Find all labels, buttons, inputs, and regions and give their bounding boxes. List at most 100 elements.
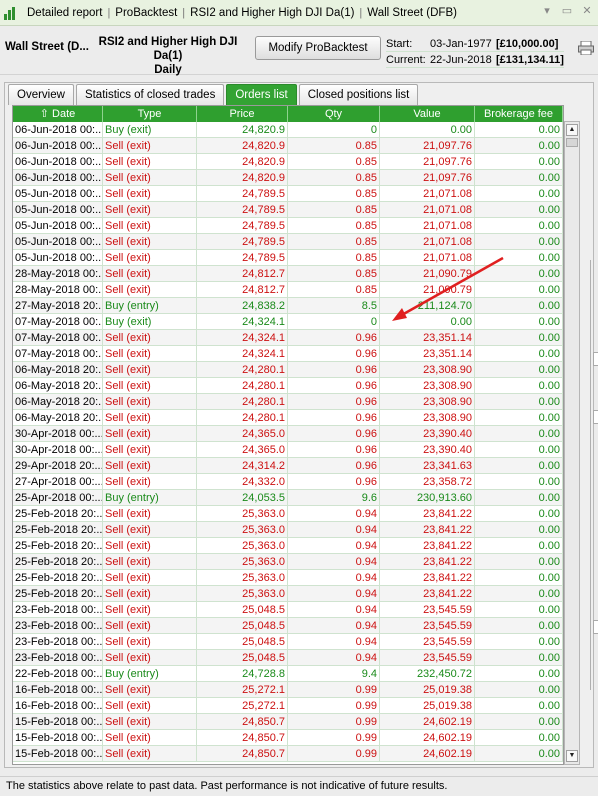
table-row[interactable]: 15-Feb-2018 00:... Sell (exit) 24,850.7 0.9… (13, 746, 563, 762)
table-row[interactable]: 27-May-2018 20:... Buy (entry) 24,838.2 8.5… (13, 298, 563, 314)
table-row[interactable]: 05-Jun-2018 00:... Sell (exit) 24,789.5 0.8… (13, 202, 563, 218)
table-row[interactable]: 23-Feb-2018 00:... Sell (exit) 25,048.5 0.9… (13, 650, 563, 666)
cell-value: 23,841.22 (380, 506, 475, 521)
cell-value: 23,341.63 (380, 458, 475, 473)
cell-type: Sell (exit) (103, 426, 197, 441)
cell-type: Sell (exit) (103, 682, 197, 697)
column-header-brokerage-fee[interactable]: Brokerage fee (475, 106, 563, 122)
cell-brokerage-fee: 0.00 (475, 362, 563, 377)
table-row[interactable]: 25-Feb-2018 20:... Sell (exit) 25,363.0 0.9… (13, 554, 563, 570)
table-row[interactable]: 30-Apr-2018 00:... Sell (exit) 24,365.0 0.9… (13, 426, 563, 442)
table-row[interactable]: 29-Apr-2018 20:... Sell (exit) 24,314.2 0.9… (13, 458, 563, 474)
breadcrumb-detailed-report[interactable]: Detailed report (22, 7, 107, 19)
maximize-icon[interactable]: ▭ (560, 4, 574, 17)
table-row[interactable]: 05-Jun-2018 00:... Sell (exit) 24,789.5 0.8… (13, 218, 563, 234)
table-row[interactable]: 05-Jun-2018 00:... Sell (exit) 24,789.5 0.8… (13, 250, 563, 266)
tab-closed-positions-list[interactable]: Closed positions list (298, 84, 419, 105)
modify-probacktest-button[interactable]: Modify ProBacktest (255, 36, 381, 60)
close-icon[interactable]: ✕ (580, 4, 594, 17)
cell-type: Sell (exit) (103, 394, 197, 409)
table-row[interactable]: 25-Feb-2018 20:... Sell (exit) 25,363.0 0.9… (13, 586, 563, 602)
table-row[interactable]: 16-Feb-2018 00:... Sell (exit) 25,272.1 0.9… (13, 682, 563, 698)
table-row[interactable]: 25-Feb-2018 20:... Sell (exit) 25,363.0 0.9… (13, 522, 563, 538)
cell-value: 21,097.76 (380, 138, 475, 153)
table-row[interactable]: 28-May-2018 00:... Sell (exit) 24,812.7 0.8… (13, 266, 563, 282)
table-row[interactable]: 07-May-2018 00:... Sell (exit) 24,324.1 0.9… (13, 330, 563, 346)
table-row[interactable]: 15-Feb-2018 00:... Sell (exit) 24,850.7 0.9… (13, 714, 563, 730)
table-row[interactable]: 07-May-2018 00:... Buy (exit) 24,324.1 0 0.0… (13, 314, 563, 330)
cell-price: 24,053.5 (197, 490, 288, 505)
cell-brokerage-fee: 0.00 (475, 394, 563, 409)
table-row[interactable]: 23-Feb-2018 00:... Sell (exit) 25,048.5 0.9… (13, 634, 563, 650)
cell-price: 25,272.1 (197, 682, 288, 697)
table-row[interactable]: 06-Jun-2018 00:... Sell (exit) 24,820.9 0.8… (13, 154, 563, 170)
cell-price: 24,280.1 (197, 394, 288, 409)
table-row[interactable]: 27-Apr-2018 00:... Sell (exit) 24,332.0 0.9… (13, 474, 563, 490)
cell-price: 24,280.1 (197, 410, 288, 425)
table-row[interactable]: 06-Jun-2018 00:... Sell (exit) 24,820.9 0.8… (13, 170, 563, 186)
cell-price: 24,365.0 (197, 442, 288, 457)
table-row[interactable]: 30-Apr-2018 00:... Sell (exit) 24,365.0 0.9… (13, 442, 563, 458)
table-row[interactable]: 25-Feb-2018 20:... Sell (exit) 25,363.0 0.9… (13, 570, 563, 586)
tab-overview[interactable]: Overview (8, 84, 74, 105)
cell-type: Sell (exit) (103, 170, 197, 185)
window-controls: ▾ ▭ ✕ (540, 4, 594, 17)
breadcrumb-probacktest[interactable]: ProBacktest (110, 7, 182, 19)
table-row[interactable]: 25-Apr-2018 00:... Buy (entry) 24,053.5 9.6… (13, 490, 563, 506)
table-row[interactable]: 06-Jun-2018 00:... Buy (exit) 24,820.9 0 0.0… (13, 122, 563, 138)
scrollbar-thumb[interactable] (566, 138, 578, 147)
breadcrumb-system[interactable]: RSI2 and Higher High DJI Da(1) (185, 7, 359, 19)
cell-brokerage-fee: 0.00 (475, 490, 563, 505)
cell-date: 16-Feb-2018 00:... (15, 682, 103, 697)
breadcrumb-instrument[interactable]: Wall Street (DFB) (362, 7, 462, 19)
column-header-value[interactable]: Value (380, 106, 475, 122)
column-header-qty[interactable]: Qty (288, 106, 380, 122)
table-row[interactable]: 25-Feb-2018 20:... Sell (exit) 25,363.0 0.9… (13, 538, 563, 554)
table-row[interactable]: 06-Jun-2018 00:... Sell (exit) 24,820.9 0.8… (13, 138, 563, 154)
scroll-up-arrow-icon[interactable]: ▲ (566, 124, 578, 136)
table-row[interactable]: 16-Feb-2018 00:... Sell (exit) 25,272.1 0.9… (13, 698, 563, 714)
cell-price: 24,850.7 (197, 746, 288, 761)
cell-qty: 0.85 (288, 266, 380, 281)
table-row[interactable]: 06-May-2018 20:... Sell (exit) 24,280.1 0.9… (13, 394, 563, 410)
cell-value: 21,090.79 (380, 282, 475, 297)
cell-value: 23,308.90 (380, 362, 475, 377)
cell-qty: 0.94 (288, 570, 380, 585)
tab-statistics-closed-trades[interactable]: Statistics of closed trades (75, 84, 225, 105)
dropdown-icon[interactable]: ▾ (540, 4, 554, 17)
start-label: Start: (386, 38, 413, 50)
cell-qty: 0.85 (288, 234, 380, 249)
table-row[interactable]: 05-Jun-2018 00:... Sell (exit) 24,789.5 0.8… (13, 186, 563, 202)
table-row[interactable]: 23-Feb-2018 00:... Sell (exit) 25,048.5 0.9… (13, 602, 563, 618)
column-header-date[interactable]: ⇧ Date (13, 106, 103, 122)
cell-date: 07-May-2018 00:... (15, 314, 103, 329)
table-row[interactable]: 22-Feb-2018 00:... Buy (entry) 24,728.8 9.4… (13, 666, 563, 682)
backtest-dates: Start: 03-Jan-1977 [£10,000.00] Current:… (386, 36, 564, 68)
table-row[interactable]: 25-Feb-2018 20:... Sell (exit) 25,363.0 0.9… (13, 506, 563, 522)
adjacent-window-edge (590, 260, 598, 690)
table-row[interactable]: 23-Feb-2018 00:... Sell (exit) 25,048.5 0.9… (13, 618, 563, 634)
cell-type: Buy (entry) (103, 490, 197, 505)
tab-orders-list[interactable]: Orders list (226, 84, 297, 105)
cell-type: Sell (exit) (103, 618, 197, 633)
orders-table-body: 06-Jun-2018 00:... Buy (exit) 24,820.9 0 0.0… (13, 122, 563, 762)
vertical-scrollbar[interactable]: ▲ ▼ (564, 121, 580, 765)
cell-date: 25-Feb-2018 20:... (15, 522, 103, 537)
cell-type: Sell (exit) (103, 538, 197, 553)
column-header-price[interactable]: Price (197, 106, 288, 122)
scroll-down-arrow-icon[interactable]: ▼ (566, 750, 578, 762)
table-row[interactable]: 07-May-2018 00:... Sell (exit) 24,324.1 0.9… (13, 346, 563, 362)
print-icon[interactable] (578, 41, 594, 55)
cell-price: 24,332.0 (197, 474, 288, 489)
table-row[interactable]: 15-Feb-2018 00:... Sell (exit) 24,850.7 0.9… (13, 730, 563, 746)
cell-value: 23,308.90 (380, 378, 475, 393)
start-date: 03-Jan-1977 (430, 38, 492, 50)
table-row[interactable]: 05-Jun-2018 00:... Sell (exit) 24,789.5 0.8… (13, 234, 563, 250)
column-header-type[interactable]: Type (103, 106, 197, 122)
table-row[interactable]: 06-May-2018 20:... Sell (exit) 24,280.1 0.9… (13, 362, 563, 378)
table-row[interactable]: 28-May-2018 00:... Sell (exit) 24,812.7 0.8… (13, 282, 563, 298)
cell-type: Sell (exit) (103, 362, 197, 377)
table-row[interactable]: 06-May-2018 20:... Sell (exit) 24,280.1 0.9… (13, 378, 563, 394)
table-row[interactable]: 06-May-2018 20:... Sell (exit) 24,280.1 0.9… (13, 410, 563, 426)
cell-date: 30-Apr-2018 00:... (15, 442, 103, 457)
